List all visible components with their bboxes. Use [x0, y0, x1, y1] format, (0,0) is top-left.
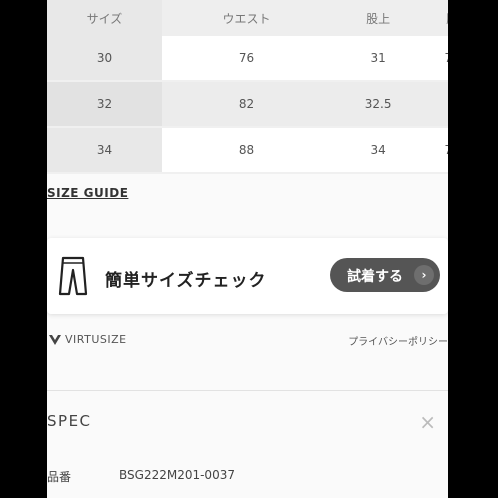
- size-cell: 32: [47, 81, 162, 128]
- section-divider: [47, 390, 448, 391]
- size-table-header-waist: ウエスト: [162, 0, 332, 36]
- privacy-policy-link[interactable]: プライバシーポリシー: [348, 333, 448, 348]
- chevron-right-icon: ›: [414, 265, 434, 285]
- size-table-header-rise: 股上: [331, 0, 426, 36]
- size-table-row: 32 82 32.5 7: [47, 81, 448, 128]
- size-cell: 34: [47, 127, 162, 174]
- virtusize-title: 簡単サイズチェック: [105, 271, 267, 291]
- rise-cell: 32.5: [331, 81, 426, 128]
- size-cell: 30: [47, 36, 162, 82]
- waist-cell: 88: [162, 127, 332, 174]
- waist-cell: 82: [162, 81, 332, 128]
- rise-cell: 34: [331, 127, 426, 174]
- spec-value: BSG222M201-0037: [119, 468, 235, 482]
- size-table-row: 30 76 31 71: [47, 36, 448, 82]
- try-on-button-label: 試着する: [347, 269, 403, 285]
- spec-section-title: SPEC: [47, 412, 92, 430]
- size-table-header-partial: 股: [425, 0, 448, 36]
- virtusize-widget: 簡単サイズチェック 試着する ›: [47, 238, 448, 314]
- virtusize-logo: VIRTUSIZE: [49, 333, 127, 346]
- rise-cell: 31: [331, 36, 426, 82]
- size-table-row: 34 88 34 72: [47, 127, 448, 174]
- spec-label: 品番: [47, 470, 72, 484]
- virtusize-logo-text: VIRTUSIZE: [65, 333, 127, 346]
- virtusize-v-icon: [49, 334, 61, 345]
- partial-cell: 7: [425, 81, 448, 128]
- size-table-header-size: サイズ: [47, 0, 162, 36]
- partial-cell: 71: [425, 36, 448, 82]
- product-detail-panel: サイズ ウエスト 股上 股 30 76 31 71 32 82 32.5 7 3…: [47, 0, 448, 498]
- close-icon[interactable]: ×: [419, 412, 436, 432]
- try-on-button[interactable]: 試着する ›: [330, 258, 440, 292]
- size-table-header-row: サイズ ウエスト 股上 股: [47, 0, 448, 36]
- partial-cell: 72: [425, 127, 448, 174]
- pants-icon: [58, 256, 88, 296]
- size-guide-link[interactable]: SIZE GUIDE: [47, 186, 128, 200]
- waist-cell: 76: [162, 36, 332, 82]
- size-table: サイズ ウエスト 股上 股 30 76 31 71 32 82 32.5 7 3…: [47, 0, 448, 174]
